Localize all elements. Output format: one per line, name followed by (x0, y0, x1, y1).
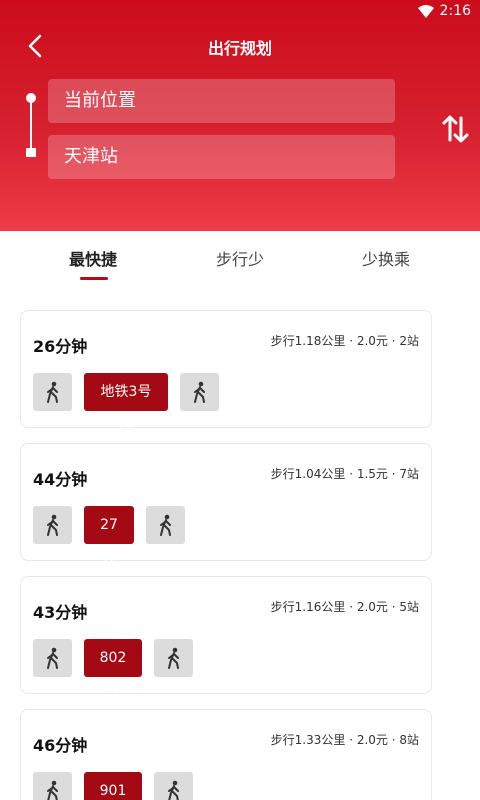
route-card[interactable]: 44分钟 步行1.04公里 · 1.5元 · 7站 27路 (20, 443, 432, 571)
route-summary: 步行1.04公里 · 1.5元 · 7站 (270, 467, 419, 481)
walking-icon (33, 373, 72, 411)
route-duration: 43分钟 (33, 603, 88, 622)
origin-field[interactable]: 当前位置 (48, 79, 395, 123)
header: 2:16 出行规划 当前位置 天津站 (0, 0, 480, 231)
wifi-icon (418, 5, 434, 18)
tab-fewer-transfers[interactable]: 少换乘 (362, 246, 410, 270)
tab-less-walking[interactable]: 步行少 (216, 246, 264, 270)
route-summary: 步行1.16公里 · 2.0元 · 5站 (270, 600, 419, 614)
walking-icon (33, 639, 72, 677)
transit-line-badge: 901路 (84, 772, 142, 800)
transit-line-badge: 802路 (84, 639, 142, 704)
walking-icon (146, 506, 185, 544)
tab-bar: 最快捷 步行少 少换乘 (0, 231, 480, 295)
status-time: 2:16 (439, 3, 471, 19)
tab-fastest[interactable]: 最快捷 (69, 246, 117, 270)
route-line-icon (26, 93, 36, 157)
walking-icon (33, 506, 72, 544)
route-card[interactable]: 26分钟 步行1.18公里 · 2.0元 · 2站 地铁3号线 (20, 310, 432, 438)
walking-icon (180, 373, 219, 411)
tab-indicator (80, 277, 108, 280)
route-duration: 26分钟 (33, 337, 88, 356)
page-title: 出行规划 (207, 39, 272, 58)
walking-icon (154, 639, 193, 677)
swap-icon[interactable] (441, 114, 469, 144)
route-duration: 44分钟 (33, 470, 88, 489)
walking-icon (33, 772, 72, 800)
route-card[interactable]: 46分钟 步行1.33公里 · 2.0元 · 8站 901路 (20, 709, 432, 800)
destination-field[interactable]: 天津站 (48, 135, 395, 179)
route-list: 26分钟 步行1.18公里 · 2.0元 · 2站 地铁3号线 44分钟 步行1… (0, 295, 480, 800)
status-bar: 2:16 (0, 0, 480, 24)
route-summary: 步行1.18公里 · 2.0元 · 2站 (270, 334, 419, 348)
route-card[interactable]: 43分钟 步行1.16公里 · 2.0元 · 5站 802路 (20, 576, 432, 704)
transit-line-badge: 27路 (84, 506, 134, 571)
route-duration: 46分钟 (33, 736, 88, 755)
walking-icon (154, 772, 193, 800)
transit-line-badge: 地铁3号线 (84, 373, 168, 438)
route-summary: 步行1.33公里 · 2.0元 · 8站 (270, 733, 419, 747)
